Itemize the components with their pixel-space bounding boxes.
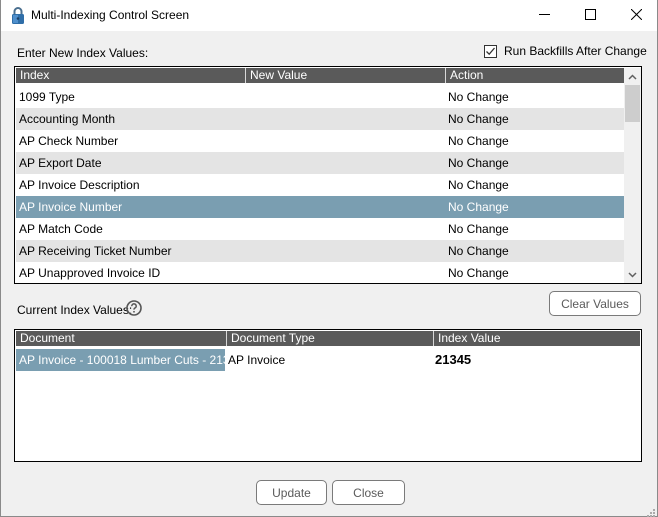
chevron-down-icon — [628, 271, 637, 278]
table-row[interactable]: AP Unapproved Invoice ID No Change — [16, 262, 624, 283]
padlock-icon — [11, 7, 25, 24]
minimize-icon — [538, 9, 550, 23]
table-row[interactable]: AP Receiving Ticket Number No Change — [16, 240, 624, 262]
column-header-index-value[interactable]: Index Value — [433, 331, 640, 346]
scroll-thumb[interactable] — [625, 85, 640, 122]
cell-new-value[interactable] — [244, 152, 444, 174]
cell-index-value[interactable]: 21345 — [432, 349, 640, 371]
column-header-new-value[interactable]: New Value — [245, 68, 445, 83]
grid-header: Index New Value Action — [16, 68, 625, 83]
table-row[interactable]: AP Check Number No Change — [16, 130, 624, 152]
cell-new-value[interactable] — [244, 262, 444, 283]
run-backfills-checkbox[interactable]: Run Backfills After Change — [484, 44, 647, 58]
cell-action[interactable]: No Change — [444, 108, 624, 130]
scroll-up-button[interactable] — [624, 68, 641, 85]
column-header-index[interactable]: Index — [16, 68, 244, 83]
cell-action[interactable]: No Change — [444, 196, 624, 218]
cell-index[interactable]: AP Export Date — [16, 152, 244, 174]
cell-new-value[interactable] — [244, 240, 444, 262]
window-title: Multi-Indexing Control Screen — [31, 8, 190, 22]
cell-index[interactable]: AP Match Code — [16, 218, 244, 240]
maximize-button[interactable] — [567, 0, 613, 31]
clear-values-button[interactable]: Clear Values — [549, 291, 641, 316]
cell-new-value[interactable] — [244, 196, 444, 218]
cell-action[interactable]: No Change — [444, 262, 624, 283]
cell-new-value[interactable] — [244, 218, 444, 240]
close-button[interactable]: Close — [332, 480, 405, 505]
new-index-grid: Index New Value Action 1099 Type No Chang… — [14, 66, 642, 284]
cell-new-value[interactable] — [244, 130, 444, 152]
multi-indexing-dialog: Multi-Indexing Control Screen Enter New … — [0, 0, 658, 517]
checkmark-icon — [486, 47, 495, 55]
cell-action[interactable]: No Change — [444, 86, 624, 108]
cell-action[interactable]: No Change — [444, 174, 624, 196]
table-row[interactable]: Accounting Month No Change — [16, 108, 624, 130]
table-row[interactable]: 1099 Type No Change — [16, 86, 624, 108]
checkbox-box[interactable] — [484, 44, 497, 58]
table-row[interactable]: AP Export Date No Change — [16, 152, 624, 174]
cell-new-value[interactable] — [244, 108, 444, 130]
cell-index[interactable]: AP Receiving Ticket Number — [16, 240, 244, 262]
table-row[interactable]: AP Match Code No Change — [16, 218, 624, 240]
maximize-icon — [584, 8, 596, 23]
table-row[interactable]: AP Invoice Number No Change — [16, 196, 624, 218]
current-index-grid: Document Document Type Index Value AP In… — [14, 329, 642, 462]
run-backfills-label: Run Backfills After Change — [504, 44, 647, 58]
cell-index[interactable]: Accounting Month — [16, 108, 244, 130]
update-button[interactable]: Update — [256, 480, 327, 505]
cell-index[interactable]: 1099 Type — [16, 86, 244, 108]
vertical-scrollbar[interactable] — [624, 68, 641, 283]
chevron-up-icon — [628, 73, 637, 80]
minimize-button[interactable] — [521, 0, 567, 31]
cell-document[interactable]: AP Invoice - 100018 Lumber Cuts - 2134..… — [16, 349, 225, 371]
title-bar[interactable]: Multi-Indexing Control Screen — [1, 0, 657, 31]
question-circle-icon[interactable] — [126, 300, 142, 316]
grid-header: Document Document Type Index Value — [16, 331, 640, 346]
cell-index[interactable]: AP Unapproved Invoice ID — [16, 262, 244, 283]
cell-document-type[interactable]: AP Invoice — [225, 349, 432, 371]
cell-new-value[interactable] — [244, 174, 444, 196]
close-window-button[interactable] — [613, 0, 658, 31]
column-header-action[interactable]: Action — [445, 68, 625, 83]
current-index-label: Current Index Values: — [17, 303, 133, 317]
cell-action[interactable]: No Change — [444, 152, 624, 174]
new-index-label: Enter New Index Values: — [17, 46, 149, 60]
cell-new-value[interactable] — [244, 86, 444, 108]
scroll-down-button[interactable] — [624, 266, 641, 283]
table-row[interactable]: AP Invoice - 100018 Lumber Cuts - 2134..… — [16, 349, 640, 371]
column-header-document-type[interactable]: Document Type — [226, 331, 430, 346]
close-icon — [630, 8, 642, 23]
cell-action[interactable]: No Change — [444, 218, 624, 240]
cell-action[interactable]: No Change — [444, 240, 624, 262]
resize-grip-icon[interactable] — [647, 506, 655, 517]
cell-action[interactable]: No Change — [444, 130, 624, 152]
column-header-document[interactable]: Document — [16, 331, 226, 346]
cell-index[interactable]: AP Invoice Description — [16, 174, 244, 196]
cell-index[interactable]: AP Invoice Number — [16, 196, 244, 218]
table-row[interactable]: AP Invoice Description No Change — [16, 174, 624, 196]
cell-index[interactable]: AP Check Number — [16, 130, 244, 152]
